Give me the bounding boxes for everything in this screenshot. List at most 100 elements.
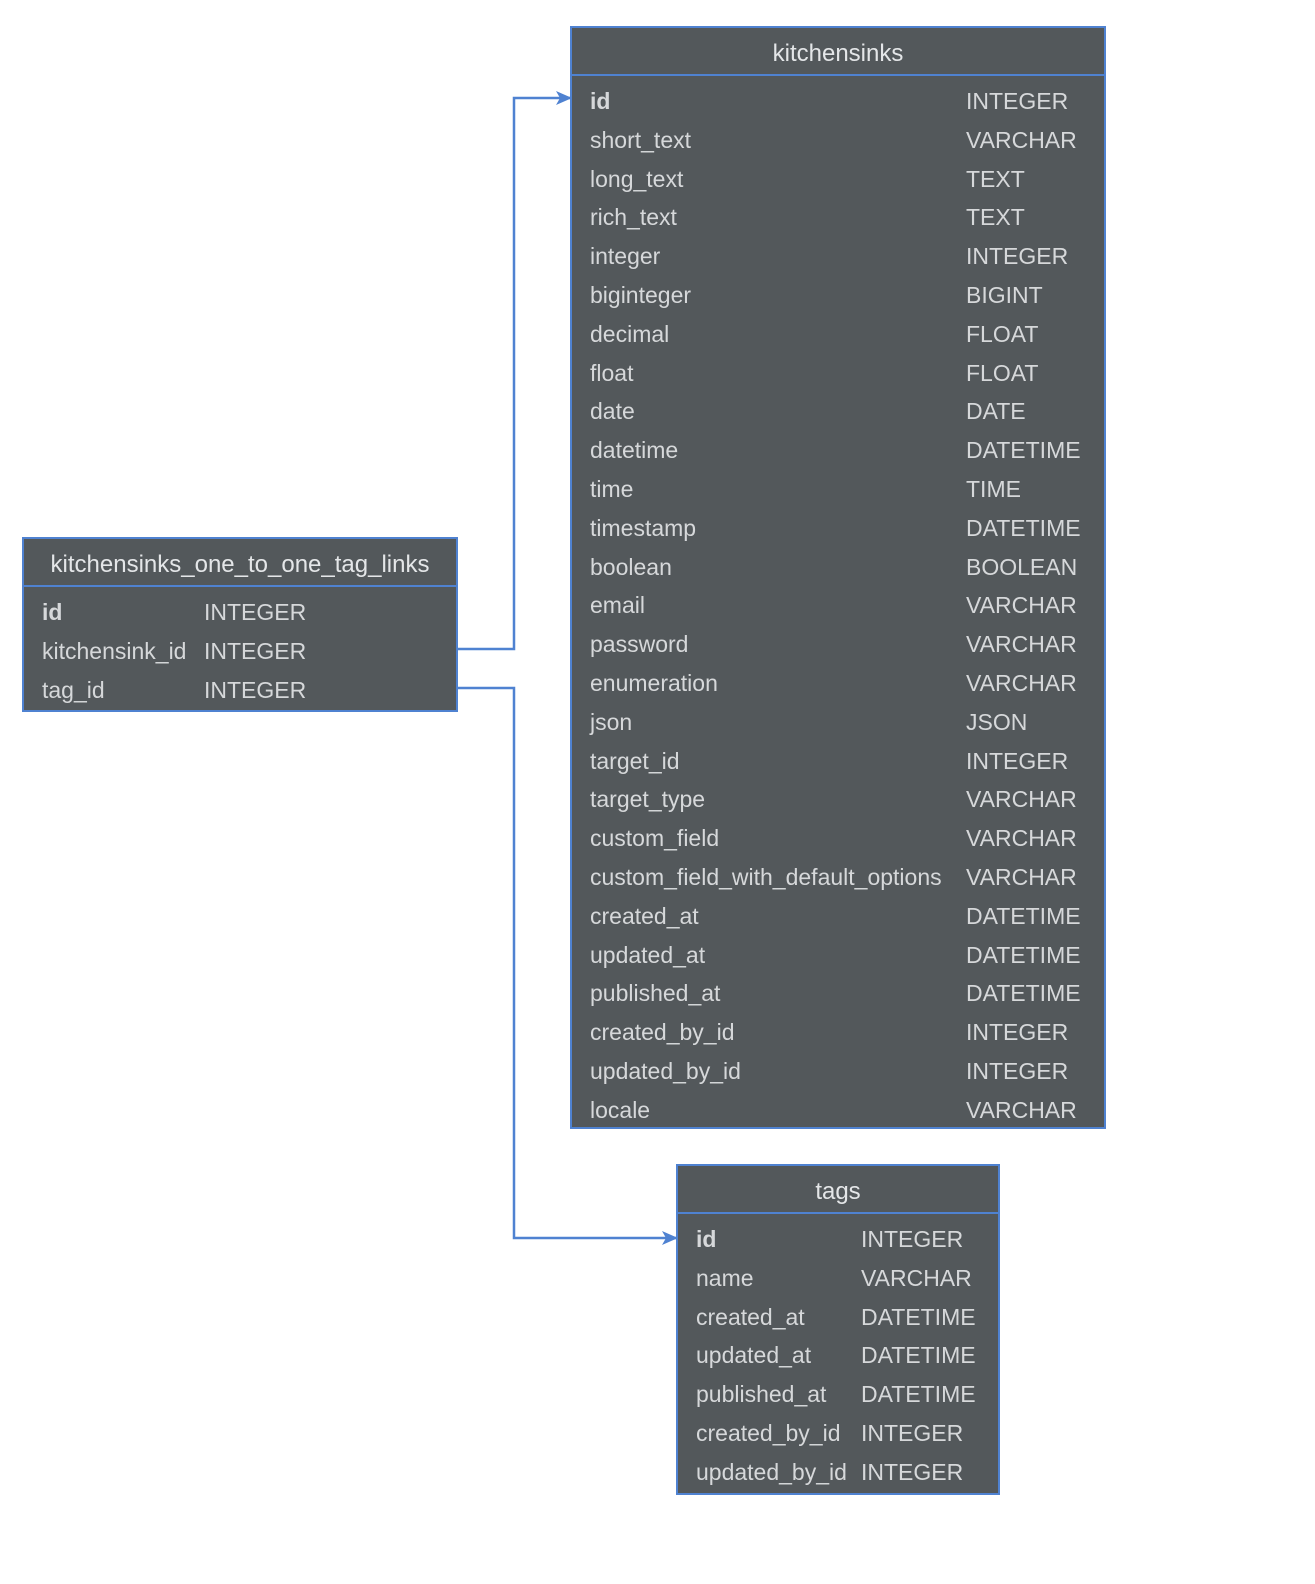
column-type: DATETIME <box>861 1381 976 1408</box>
column-row: long_text TEXT <box>572 160 1104 199</box>
column-row: custom_field_with_default_options VARCHAR <box>572 858 1104 897</box>
column-type: VARCHAR <box>966 786 1077 813</box>
column-row: id INTEGER <box>678 1220 998 1259</box>
column-type: INTEGER <box>204 637 307 664</box>
column-type: DATETIME <box>966 902 1081 929</box>
column-type: TEXT <box>966 204 1025 231</box>
column-type: INTEGER <box>966 1019 1069 1046</box>
column-row: tag_id INTEGER <box>24 671 456 710</box>
column-name: short_text <box>590 126 691 153</box>
column-row: json JSON <box>572 703 1104 742</box>
column-type: VARCHAR <box>966 669 1077 696</box>
column-name: updated_at <box>696 1342 812 1369</box>
column-row: target_type VARCHAR <box>572 780 1104 819</box>
column-type: INTEGER <box>966 747 1069 774</box>
column-type: TIME <box>966 475 1021 502</box>
column-type: DATETIME <box>966 437 1081 464</box>
column-type: INTEGER <box>966 88 1069 114</box>
column-row: created_at DATETIME <box>678 1298 998 1337</box>
column-type: INTEGER <box>861 1226 964 1252</box>
column-name: kitchensink_id <box>42 637 187 664</box>
column-type: VARCHAR <box>861 1264 972 1291</box>
column-row: kitchensink_id INTEGER <box>24 632 456 671</box>
column-name: custom_field_with_default_options <box>590 863 942 890</box>
column-type: VARCHAR <box>966 825 1077 852</box>
column-name: date <box>590 398 635 425</box>
column-name: email <box>590 592 645 619</box>
column-type: DATETIME <box>966 980 1081 1007</box>
column-list: id INTEGER kitchensink_id INTEGER tag_id INTE… <box>24 587 456 709</box>
column-name: time <box>590 475 634 502</box>
column-row: custom_field VARCHAR <box>572 819 1104 858</box>
column-row: integer INTEGER <box>572 237 1104 276</box>
column-type: INTEGER <box>204 676 307 703</box>
column-name: boolean <box>590 553 672 580</box>
column-row: updated_by_id INTEGER <box>678 1453 998 1492</box>
table-kitchensinks[interactable]: kitchensinks id INTEGER short_text VARCHAR l… <box>570 26 1106 1129</box>
column-row: updated_at DATETIME <box>678 1336 998 1375</box>
column-name: biginteger <box>590 281 692 308</box>
column-row: date DATE <box>572 392 1104 431</box>
column-row: published_at DATETIME <box>572 974 1104 1013</box>
column-name: updated_by_id <box>696 1458 847 1485</box>
column-row: created_by_id INTEGER <box>678 1414 998 1453</box>
column-row: name VARCHAR <box>678 1259 998 1298</box>
table-title: kitchensinks_one_to_one_tag_links <box>24 539 456 587</box>
column-name: updated_by_id <box>590 1057 741 1084</box>
column-name: id <box>42 599 63 625</box>
column-row: locale VARCHAR <box>572 1091 1104 1130</box>
column-name: updated_at <box>590 941 706 968</box>
column-name: id <box>696 1226 717 1252</box>
column-list: id INTEGER name VARCHAR created_at DATETIME up… <box>678 1214 998 1492</box>
column-row: biginteger BIGINT <box>572 276 1104 315</box>
column-name: target_type <box>590 786 706 813</box>
column-name: tag_id <box>42 676 105 703</box>
column-type: DATETIME <box>966 941 1081 968</box>
column-name: json <box>590 708 633 735</box>
column-name: rich_text <box>590 204 677 231</box>
column-name: target_id <box>590 747 680 774</box>
column-type: VARCHAR <box>966 126 1077 153</box>
table-title: kitchensinks <box>572 28 1104 76</box>
column-type: VARCHAR <box>966 631 1077 658</box>
column-type: DATETIME <box>861 1303 976 1330</box>
column-name: timestamp <box>590 514 697 541</box>
column-row: email VARCHAR <box>572 586 1104 625</box>
column-type: BIGINT <box>966 281 1043 308</box>
column-type: INTEGER <box>966 243 1069 270</box>
column-row: boolean BOOLEAN <box>572 548 1104 587</box>
column-type: VARCHAR <box>966 863 1077 890</box>
column-type: VARCHAR <box>966 592 1077 619</box>
column-type: INTEGER <box>861 1419 964 1446</box>
column-type: INTEGER <box>204 599 307 625</box>
table-tags[interactable]: tags id INTEGER name VARCHAR created_at DATET… <box>676 1164 1000 1495</box>
column-list: id INTEGER short_text VARCHAR long_text TEXT r… <box>572 76 1104 1130</box>
column-name: created_by_id <box>590 1019 735 1046</box>
column-name: enumeration <box>590 669 718 696</box>
column-type: DATETIME <box>966 514 1081 541</box>
table-kitchensinks-one-to-one-tag-links[interactable]: kitchensinks_one_to_one_tag_links id INTE… <box>22 537 458 712</box>
column-name: decimal <box>590 320 670 347</box>
column-name: created_by_id <box>696 1419 841 1446</box>
column-row: published_at DATETIME <box>678 1375 998 1414</box>
column-type: DATETIME <box>861 1342 976 1369</box>
column-name: published_at <box>590 980 721 1007</box>
column-row: created_at DATETIME <box>572 897 1104 936</box>
column-name: datetime <box>590 437 679 464</box>
column-type: DATE <box>966 398 1026 425</box>
column-name: integer <box>590 243 661 270</box>
column-name: custom_field <box>590 825 720 852</box>
column-name: float <box>590 359 634 386</box>
column-type: VARCHAR <box>966 1096 1077 1123</box>
column-row: id INTEGER <box>572 82 1104 121</box>
column-name: name <box>696 1264 754 1291</box>
column-row: float FLOAT <box>572 354 1104 393</box>
column-type: TEXT <box>966 165 1025 192</box>
column-row: datetime DATETIME <box>572 431 1104 470</box>
column-type: FLOAT <box>966 359 1039 386</box>
column-row: password VARCHAR <box>572 625 1104 664</box>
column-name: long_text <box>590 165 684 192</box>
column-type: INTEGER <box>966 1057 1069 1084</box>
column-row: updated_by_id INTEGER <box>572 1052 1104 1091</box>
column-row: short_text VARCHAR <box>572 121 1104 160</box>
